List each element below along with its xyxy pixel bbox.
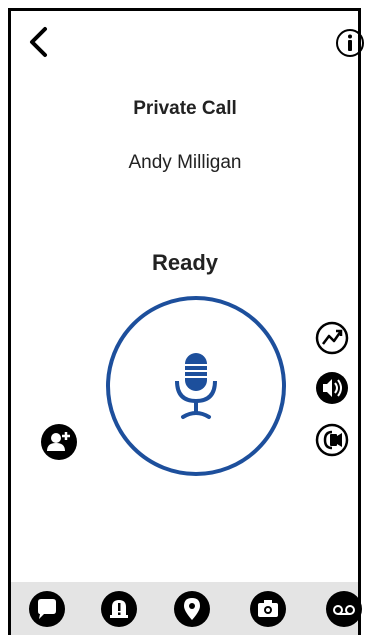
- nav-chat-button[interactable]: [28, 590, 66, 628]
- camera-icon: [250, 591, 286, 627]
- info-button[interactable]: [335, 28, 365, 58]
- add-user-button[interactable]: [40, 423, 78, 461]
- call-type-label: Private Call: [133, 98, 237, 119]
- chevron-left-icon: [30, 27, 47, 57]
- earpiece-button[interactable]: [315, 423, 349, 457]
- signal-quality-icon: [315, 321, 349, 355]
- add-user-icon: [41, 424, 77, 460]
- speaker-button[interactable]: [315, 371, 349, 405]
- call-status: Ready: [151, 250, 219, 275]
- voicemail-icon: [326, 591, 362, 627]
- info-icon: [336, 29, 364, 57]
- back-button[interactable]: [24, 24, 52, 60]
- callee-name: Andy Milligan: [128, 152, 242, 173]
- nav-voicemail-button[interactable]: [325, 590, 363, 628]
- microphone-icon: [175, 353, 217, 419]
- chat-bubble-icon: [29, 591, 65, 627]
- nav-location-button[interactable]: [173, 590, 211, 628]
- alert-bell-icon: [101, 591, 137, 627]
- location-pin-icon: [174, 591, 210, 627]
- nav-camera-button[interactable]: [249, 590, 287, 628]
- nav-alert-button[interactable]: [100, 590, 138, 628]
- speaker-icon: [316, 372, 348, 404]
- push-to-talk-button[interactable]: [106, 296, 286, 476]
- signal-quality-button[interactable]: [315, 321, 349, 355]
- earpiece-icon: [315, 423, 349, 457]
